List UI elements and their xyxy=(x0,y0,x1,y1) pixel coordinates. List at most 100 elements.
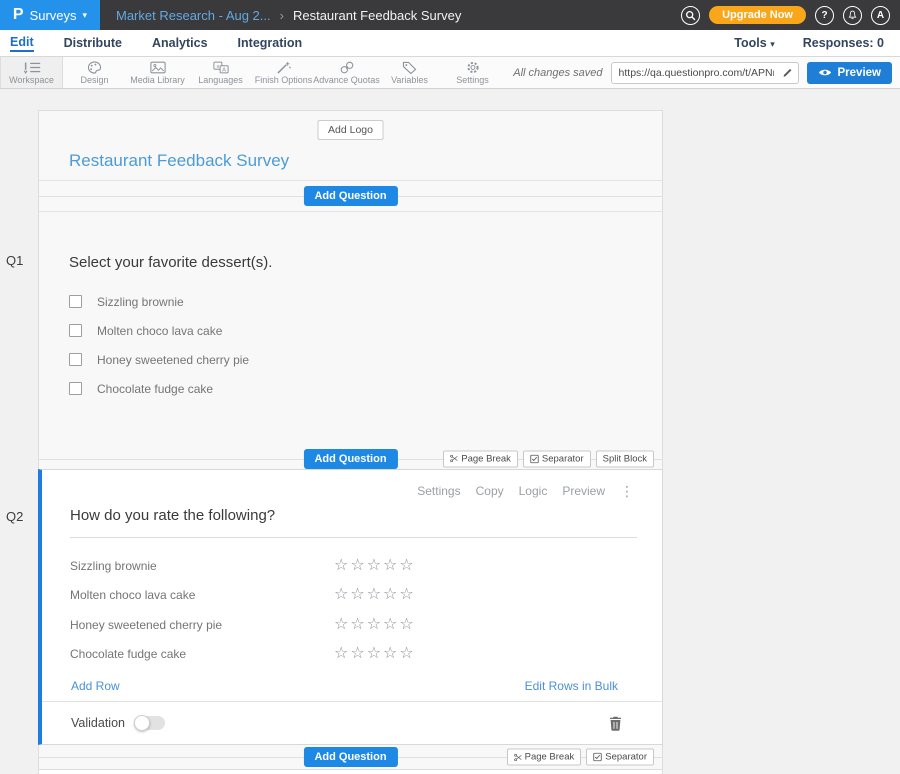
settings-icon xyxy=(466,61,480,74)
separator-label: Separator xyxy=(605,752,647,763)
rating-row: Honey sweetened cherry pie ☆☆☆☆☆ xyxy=(42,610,662,640)
rating-row-label[interactable]: Chocolate fudge cake xyxy=(70,647,334,661)
toolbar-item-design[interactable]: Design xyxy=(63,57,126,88)
next-block-edge xyxy=(39,769,662,774)
q1-option-list: Sizzling brownie Molten choco lava cake … xyxy=(39,287,662,403)
add-question-button[interactable]: Add Question xyxy=(303,186,397,206)
scissors-icon xyxy=(514,753,522,761)
star-rating[interactable]: ☆☆☆☆☆ xyxy=(334,587,416,603)
option-label: Sizzling brownie xyxy=(97,295,184,309)
tab-distribute[interactable]: Distribute xyxy=(64,36,122,51)
rating-row: Sizzling brownie ☆☆☆☆☆ xyxy=(42,551,662,581)
breadcrumb-folder[interactable]: Market Research - Aug 2... xyxy=(116,8,271,23)
add-question-button[interactable]: Add Question xyxy=(303,747,397,767)
star-rating[interactable]: ☆☆☆☆☆ xyxy=(334,617,416,633)
trash-icon xyxy=(609,716,622,731)
tools-menu[interactable]: Tools ▾ xyxy=(734,36,774,50)
separator-button[interactable]: Separator xyxy=(523,450,591,467)
toolbar-item-label: Variables xyxy=(391,75,428,85)
top-bar: P Surveys ▾ Market Research - Aug 2... ›… xyxy=(0,0,900,30)
question-text-q2[interactable]: How do you rate the following? xyxy=(70,507,637,538)
breadcrumb: Market Research - Aug 2... › Restaurant … xyxy=(116,8,461,23)
q2-preview-button[interactable]: Preview xyxy=(562,484,605,498)
add-question-strip: Add Question xyxy=(39,181,662,212)
preview-button[interactable]: Preview xyxy=(807,62,892,84)
q2-copy-button[interactable]: Copy xyxy=(476,484,504,498)
star-rating[interactable]: ☆☆☆☆☆ xyxy=(334,558,416,574)
split-block-button[interactable]: Split Block xyxy=(596,450,654,467)
finish-options-icon xyxy=(276,61,291,74)
checkbox-check-icon xyxy=(593,753,602,762)
tab-integration[interactable]: Integration xyxy=(238,36,303,51)
checkbox[interactable] xyxy=(69,295,82,308)
rating-row: Chocolate fudge cake ☆☆☆☆☆ xyxy=(42,640,662,670)
split-block-label: Split Block xyxy=(603,453,647,464)
product-menu-label: Surveys xyxy=(30,8,77,23)
workspace-icon xyxy=(22,61,42,74)
notifications-button[interactable] xyxy=(843,6,862,25)
survey-canvas: Add Logo Restaurant Feedback Survey Add … xyxy=(38,110,663,774)
eye-icon xyxy=(818,68,832,77)
toolbar-item-variables[interactable]: Variables xyxy=(378,57,441,88)
toolbar-item-media-library[interactable]: Media Library xyxy=(126,57,189,88)
separator-label: Separator xyxy=(542,453,584,464)
q2-row-links: Add Row Edit Rows in Bulk xyxy=(42,679,662,693)
preview-label: Preview xyxy=(838,67,881,79)
rating-row: Molten choco lava cake ☆☆☆☆☆ xyxy=(42,581,662,611)
surveys-menu[interactable]: P Surveys ▾ xyxy=(0,0,100,30)
page-break-button[interactable]: Page Break xyxy=(507,749,582,766)
toolbar-item-workspace[interactable]: Workspace xyxy=(0,57,63,88)
breadcrumb-separator-icon: › xyxy=(280,8,284,23)
checkbox-check-icon xyxy=(530,454,539,463)
toolbar-item-finish-options[interactable]: Finish Options xyxy=(252,57,315,88)
help-button[interactable]: ? xyxy=(815,6,834,25)
scissors-icon xyxy=(450,455,458,463)
rating-row-label[interactable]: Honey sweetened cherry pie xyxy=(70,618,334,632)
svg-text:x: x xyxy=(216,63,219,69)
q2-logic-button[interactable]: Logic xyxy=(519,484,548,498)
separator-button[interactable]: Separator xyxy=(586,749,654,766)
tab-edit[interactable]: Edit xyxy=(10,35,34,52)
star-rating[interactable]: ☆☆☆☆☆ xyxy=(334,646,416,662)
block-tools: Page Break Separator xyxy=(507,749,654,766)
survey-title[interactable]: Restaurant Feedback Survey xyxy=(69,151,289,171)
pencil-icon xyxy=(782,67,793,78)
question-block-q2-selected: Settings Copy Logic Preview ⋮ How do you… xyxy=(38,469,663,745)
toolbar-item-languages[interactable]: xA Languages xyxy=(189,57,252,88)
add-logo-button[interactable]: Add Logo xyxy=(317,120,384,140)
question-block-q1: Select your favorite dessert(s). Sizzlin… xyxy=(39,212,662,448)
module-nav: Edit Distribute Analytics Integration To… xyxy=(0,30,900,57)
add-question-button[interactable]: Add Question xyxy=(303,449,397,469)
variables-icon xyxy=(402,61,417,74)
tab-analytics[interactable]: Analytics xyxy=(152,36,208,51)
question-number-q2: Q2 xyxy=(6,509,23,524)
q2-settings-button[interactable]: Settings xyxy=(417,484,460,498)
more-options-icon[interactable]: ⋮ xyxy=(620,484,634,498)
top-bar-actions: Upgrade Now ? A xyxy=(681,6,890,25)
validation-label: Validation xyxy=(71,716,125,730)
checkbox[interactable] xyxy=(69,324,82,337)
add-row-link[interactable]: Add Row xyxy=(71,679,120,693)
edit-url-button[interactable] xyxy=(778,67,798,78)
toolbar-item-advance-quotas[interactable]: Advance Quotas xyxy=(315,57,378,88)
save-status: All changes saved xyxy=(513,67,602,79)
toolbar-item-settings[interactable]: Settings xyxy=(441,57,504,88)
validation-toggle[interactable] xyxy=(135,716,165,730)
question-text-q1[interactable]: Select your favorite dessert(s). xyxy=(69,254,632,271)
checkbox[interactable] xyxy=(69,353,82,366)
delete-question-button[interactable] xyxy=(609,716,622,731)
survey-url-input[interactable] xyxy=(612,67,778,79)
page-break-button[interactable]: Page Break xyxy=(443,450,518,467)
edit-rows-in-bulk-link[interactable]: Edit Rows in Bulk xyxy=(525,679,618,693)
checkbox[interactable] xyxy=(69,382,82,395)
q1-option-row: Molten choco lava cake xyxy=(39,316,662,345)
survey-url-box xyxy=(611,62,799,84)
search-button[interactable] xyxy=(681,6,700,25)
survey-canvas-area: Q1 Q2 Add Logo Restaurant Feedback Surve… xyxy=(0,89,900,774)
rating-row-label[interactable]: Sizzling brownie xyxy=(70,559,334,573)
survey-editor-app: P Surveys ▾ Market Research - Aug 2... ›… xyxy=(0,0,900,774)
upgrade-now-button[interactable]: Upgrade Now xyxy=(709,6,806,24)
rating-row-label[interactable]: Molten choco lava cake xyxy=(70,588,334,602)
avatar[interactable]: A xyxy=(871,6,890,25)
toolbar-item-label: Settings xyxy=(456,75,489,85)
